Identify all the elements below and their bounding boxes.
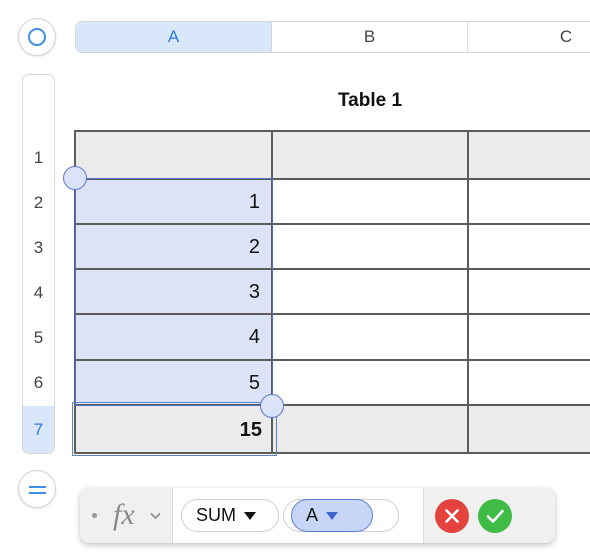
row-header-4[interactable]: 4 [23, 270, 54, 315]
add-row-button[interactable] [18, 470, 56, 508]
selection-outline [75, 178, 273, 406]
dropdown-triangle-icon [326, 512, 339, 521]
function-token[interactable]: SUM [181, 499, 279, 532]
formula-menu[interactable]: fx [80, 488, 172, 543]
formula-input[interactable]: SUM A [172, 488, 424, 543]
x-icon [445, 509, 459, 523]
table-select-button[interactable] [18, 18, 56, 56]
row-header-3[interactable]: 3 [23, 225, 54, 270]
row-header-7[interactable]: 7 [23, 406, 54, 453]
column-header-a[interactable]: A [76, 22, 272, 52]
grid-line [75, 130, 590, 132]
checkmark-icon [486, 509, 504, 523]
drag-dot-icon [92, 513, 97, 518]
accept-button[interactable] [478, 499, 512, 533]
argument-token[interactable]: A [291, 499, 373, 532]
function-name: SUM [196, 505, 236, 525]
active-cell-outline [72, 402, 277, 456]
cancel-button[interactable] [435, 499, 469, 533]
column-header-c[interactable]: C [468, 22, 590, 52]
dropdown-triangle-icon [244, 512, 256, 521]
formula-editor: fx SUM A [80, 488, 555, 543]
row-header-6[interactable]: 6 [23, 360, 54, 405]
chevron-down-icon [150, 512, 161, 520]
column-header-b[interactable]: B [272, 22, 468, 52]
fx-label: fx [113, 498, 135, 531]
row-header-bar: 1 2 3 4 5 6 7 [22, 74, 55, 454]
row-header-5[interactable]: 5 [23, 315, 54, 360]
row-header-1[interactable]: 1 [23, 135, 54, 180]
selection-handle-bottom-right[interactable] [260, 394, 284, 418]
column-header-bar: A B C [75, 21, 590, 53]
row-header-2[interactable]: 2 [23, 180, 54, 225]
circle-icon [28, 28, 46, 46]
grid-line [467, 130, 469, 454]
table-title[interactable]: Table 1 [280, 90, 460, 112]
selection-handle-top-left[interactable] [63, 166, 87, 190]
header-row [75, 131, 590, 178]
argument-label: A [306, 505, 319, 525]
